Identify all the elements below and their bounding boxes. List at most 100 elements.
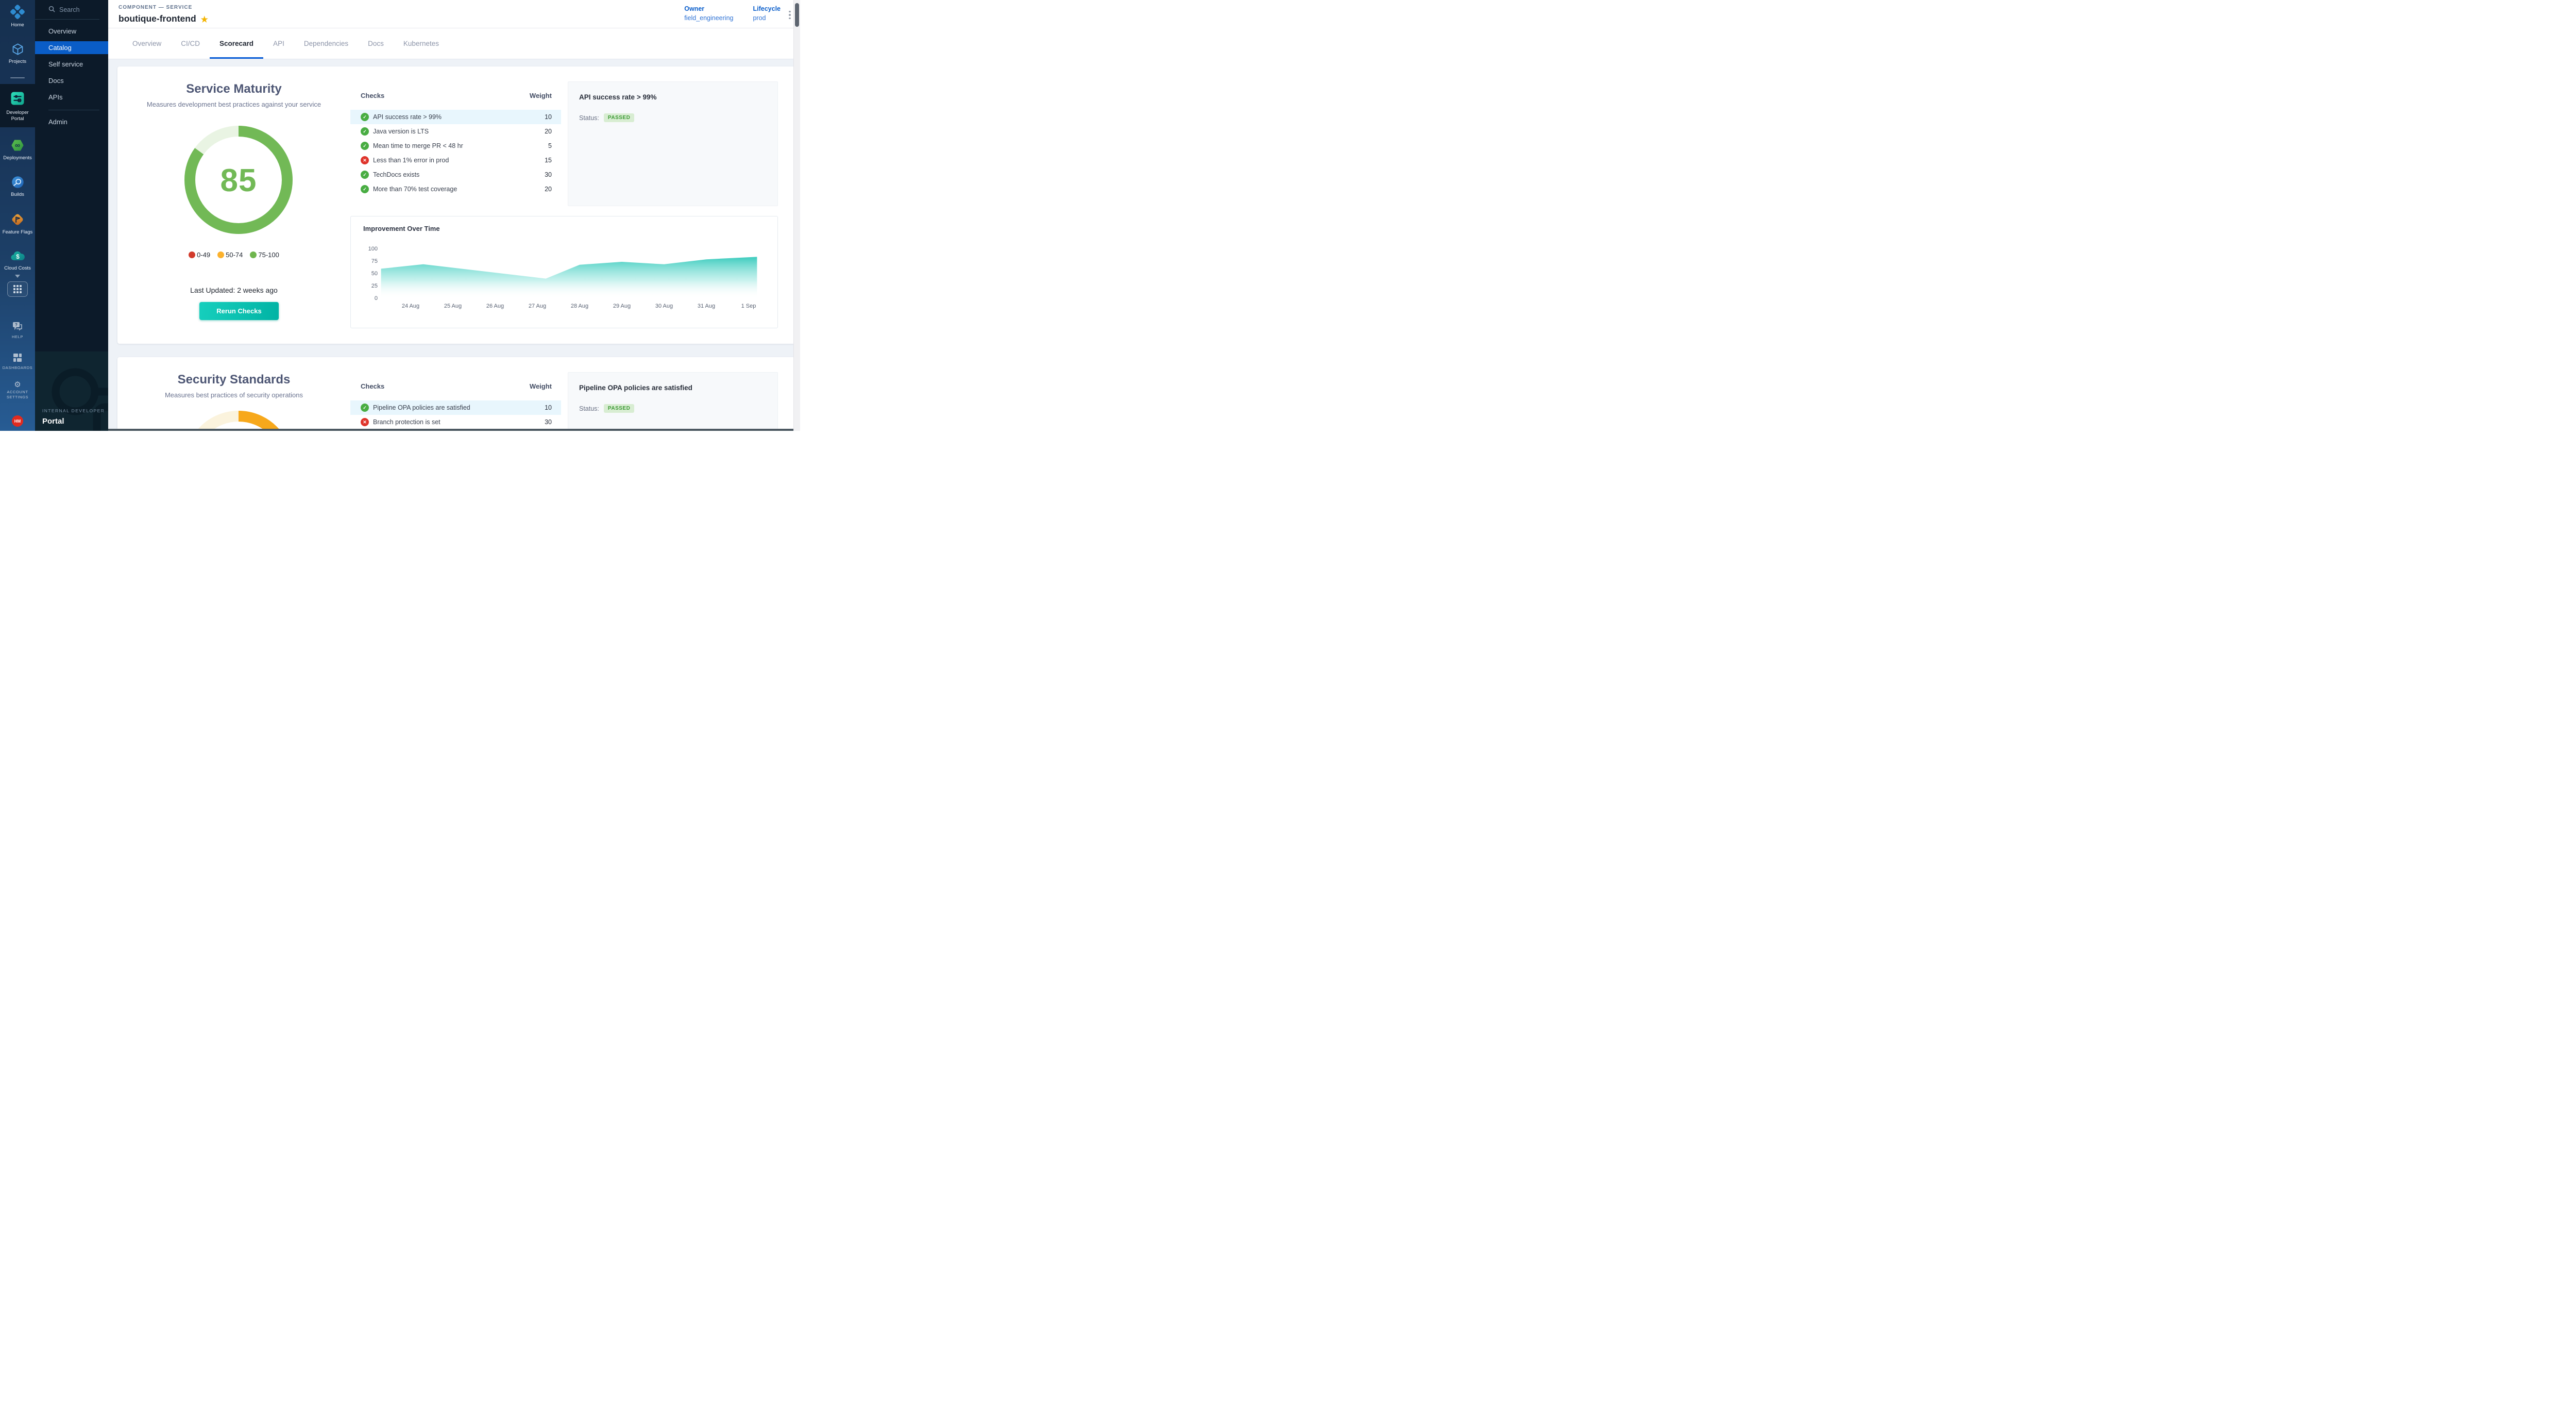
legend-label: 0-49: [197, 251, 210, 259]
check-detail-title: API success rate > 99%: [579, 93, 656, 101]
tab-scorecard[interactable]: Scorecard: [210, 28, 263, 59]
score-donut-chart: 85: [177, 118, 300, 242]
nav-builds[interactable]: Builds: [0, 175, 35, 198]
check-row[interactable]: ✓TechDocs exists30: [350, 167, 561, 182]
scrollbar-thumb[interactable]: [795, 3, 799, 27]
user-avatar[interactable]: HM: [12, 415, 23, 427]
check-detail-panel: Pipeline OPA policies are satisfied Stat…: [568, 372, 778, 431]
x-axis-tick: 29 Aug: [608, 303, 635, 309]
dashboards-grid-icon: [12, 353, 23, 365]
svg-text:$: $: [16, 253, 20, 260]
owner-label: Owner: [684, 5, 733, 12]
nav-developer-portal[interactable]: Developer Portal: [0, 91, 35, 122]
x-axis-tick: 27 Aug: [524, 303, 551, 309]
check-weight: 20: [545, 128, 552, 135]
x-axis-tick: 28 Aug: [566, 303, 593, 309]
owner-meta: Owner field_engineering: [684, 5, 733, 22]
app-window: Home Projects Developer Portal: [0, 0, 800, 431]
check-passed-icon: ✓: [361, 127, 369, 136]
x-axis-tick: 24 Aug: [397, 303, 424, 309]
favorite-star-icon[interactable]: ★: [201, 15, 208, 24]
sidebar-item-self-service[interactable]: Self service: [35, 56, 108, 72]
module-browser-button[interactable]: [7, 281, 28, 297]
tab-overview[interactable]: Overview: [123, 28, 171, 59]
entity-header: COMPONENT — SERVICE boutique-frontend ★ O…: [108, 0, 800, 28]
rerun-checks-button[interactable]: Rerun Checks: [199, 302, 279, 320]
portal-sidebar: Search Overview Catalog Self service Doc…: [35, 0, 108, 431]
area-chart-plot: [351, 216, 778, 329]
legend-item: 75-100: [250, 251, 279, 259]
check-row[interactable]: ✓More than 70% test coverage20: [350, 182, 561, 196]
check-passed-icon: ✓: [361, 171, 369, 179]
legend-item: 50-74: [217, 251, 243, 259]
page-scrollbar[interactable]: [793, 0, 800, 431]
nav-feature-flags[interactable]: Feature Flags: [0, 212, 35, 236]
check-label: Mean time to merge PR < 48 hr: [373, 142, 463, 149]
check-detail-panel: API success rate > 99% Status: PASSED: [568, 81, 778, 206]
tab-cicd[interactable]: CI/CD: [171, 28, 210, 59]
check-row[interactable]: ✓Java version is LTS20: [350, 124, 561, 139]
sidebar-item-docs[interactable]: Docs: [35, 72, 108, 89]
nav-developer-portal-label: Developer Portal: [0, 110, 35, 122]
cube-icon: [11, 42, 25, 59]
check-row[interactable]: ✕Branch protection is set30: [350, 415, 561, 429]
status-label: Status:: [579, 405, 599, 412]
nav-cloud-costs[interactable]: $ Cloud Costs: [0, 249, 35, 272]
tab-kubernetes[interactable]: Kubernetes: [394, 28, 449, 59]
chevron-down-icon[interactable]: [15, 275, 20, 278]
entity-tabs: Overview CI/CD Scorecard API Dependencie…: [108, 28, 800, 59]
nav-deployments[interactable]: ∞ Deployments: [0, 138, 35, 161]
scorecard-title: Service Maturity: [117, 82, 350, 96]
check-detail-title: Pipeline OPA policies are satisfied: [579, 384, 692, 392]
sidebar-item-catalog[interactable]: Catalog: [35, 41, 108, 54]
sidebar-item-overview[interactable]: Overview: [35, 23, 108, 39]
svg-text:?: ?: [15, 323, 18, 327]
check-row[interactable]: ✓Pipeline OPA policies are satisfied10: [350, 400, 561, 415]
check-label: API success rate > 99%: [373, 113, 442, 121]
y-axis-tick: 25: [360, 283, 378, 289]
builds-circle-icon: [11, 175, 25, 192]
tab-docs[interactable]: Docs: [358, 28, 394, 59]
check-weight: 10: [545, 404, 552, 411]
scorecard-subtitle: Measures development best practices agai…: [117, 100, 350, 108]
developer-portal-icon: [10, 91, 25, 109]
x-axis-tick: 26 Aug: [482, 303, 509, 309]
nav-dashboards-label: DASHBOARDS: [0, 365, 35, 371]
check-row[interactable]: ✓Mean time to merge PR < 48 hr5: [350, 139, 561, 153]
check-label: Branch protection is set: [373, 418, 440, 426]
security-summary: Security Standards Measures best practic…: [117, 357, 350, 431]
feature-flag-icon: [10, 212, 25, 229]
nav-help[interactable]: ? HELP: [0, 321, 35, 340]
nav-account-settings[interactable]: ⚙ ACCOUNT SETTINGS: [0, 380, 35, 400]
nav-divider: [10, 77, 25, 78]
sidebar-item-apis[interactable]: APIs: [35, 89, 108, 105]
check-row[interactable]: ✓API success rate > 99%10: [350, 110, 561, 124]
check-row[interactable]: ✕Less than 1% error in prod15: [350, 153, 561, 167]
nav-home[interactable]: Home: [0, 4, 35, 28]
checks-column-header: Checks: [361, 382, 384, 395]
tab-dependencies[interactable]: Dependencies: [294, 28, 358, 59]
tab-api[interactable]: API: [263, 28, 294, 59]
window-bottom-edge: [108, 429, 800, 431]
entity-name: boutique-frontend: [118, 13, 196, 24]
nav-help-label: HELP: [0, 334, 35, 340]
breadcrumb: COMPONENT — SERVICE: [118, 5, 192, 10]
nav-projects[interactable]: Projects: [0, 42, 35, 65]
check-label: Pipeline OPA policies are satisfied: [373, 404, 470, 411]
weight-column-header: Weight: [530, 382, 552, 395]
owner-value[interactable]: field_engineering: [684, 14, 733, 22]
status-badge: PASSED: [604, 404, 634, 413]
nav-dashboards[interactable]: DASHBOARDS: [0, 353, 35, 371]
y-axis-tick: 0: [360, 295, 378, 301]
checks-table-header: Checks Weight: [350, 372, 561, 395]
kebab-menu-icon[interactable]: [786, 9, 794, 21]
check-weight: 20: [545, 186, 552, 193]
nav-deployments-label: Deployments: [0, 155, 35, 161]
sidebar-item-admin[interactable]: Admin: [35, 113, 108, 130]
legend-dot-icon: [217, 251, 224, 258]
x-axis-tick: 31 Aug: [693, 303, 720, 309]
harness-logo-icon: [10, 4, 25, 22]
y-axis-tick: 100: [360, 246, 378, 252]
sidebar-search[interactable]: Search: [35, 0, 99, 20]
check-detail-status: Status: PASSED: [579, 404, 634, 413]
